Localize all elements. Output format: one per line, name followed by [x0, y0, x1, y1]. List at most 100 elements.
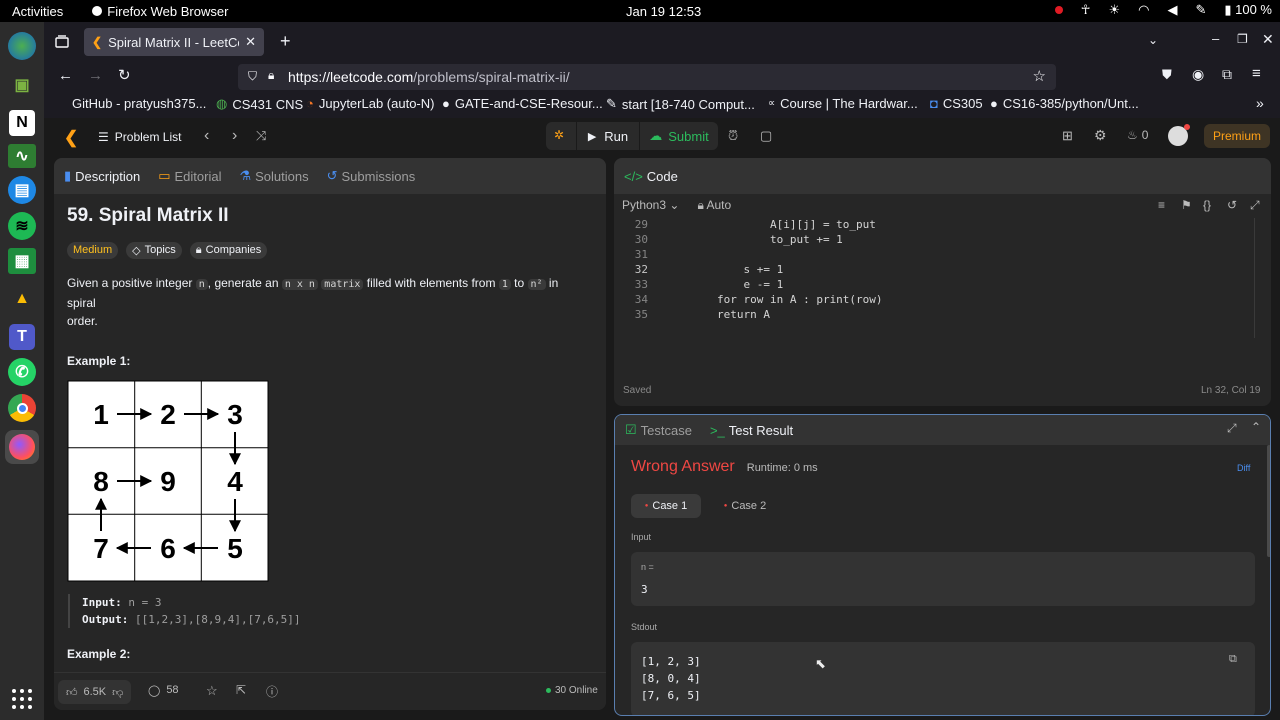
notes-icon[interactable]: ▢ [760, 128, 772, 144]
tab-testcase[interactable]: ☑ Testcase [625, 422, 692, 438]
bookmark-3[interactable]: ● GATE-and-CSE-Resour... [442, 96, 603, 111]
activities-button[interactable]: Activities [12, 4, 63, 19]
system-monitor-icon[interactable]: ∿ [8, 144, 36, 168]
restore-icon[interactable]: ❐ [1237, 32, 1248, 46]
run-button[interactable]: ▶ Run [577, 122, 639, 150]
favorite-star-icon[interactable]: ☆ [206, 683, 218, 699]
code-area[interactable]: 29 A[i][j] = to_put 30 to_put += 1 31 32… [614, 218, 1259, 378]
settings-gear-icon[interactable]: ⚙ [1094, 127, 1107, 144]
tab-submissions[interactable]: ↺ Submissions [327, 168, 416, 184]
google-drive-icon[interactable]: ▲ [5, 282, 39, 316]
tab-description[interactable]: ▮ Description [64, 168, 140, 184]
android-app-icon[interactable]: ▣ [5, 68, 39, 102]
bookmark-5[interactable]: ∝ Course | The Hardwar... [768, 96, 918, 111]
clock[interactable]: Jan 19 12:53 [626, 4, 701, 19]
thumbs-down-icon[interactable]: 👎︎ [112, 686, 123, 699]
case-2-tab[interactable]: ● Case 2 [715, 494, 775, 518]
diff-toggle[interactable]: Diff [1237, 463, 1250, 473]
editor-scrollbar[interactable] [1254, 218, 1260, 338]
back-icon[interactable]: ← [58, 67, 73, 84]
show-apps-icon[interactable] [11, 688, 33, 710]
comments-button[interactable]: ◯ 58 [148, 684, 179, 697]
shield-icon[interactable]: ⛉ [248, 69, 257, 84]
bookmark-6[interactable]: ◘ CS305 [930, 96, 983, 111]
share-icon[interactable]: ⇱ [236, 683, 246, 697]
reload-icon[interactable]: ↻ [118, 66, 131, 84]
prev-problem-icon[interactable]: ‹ [204, 127, 209, 145]
example-1-block: Input: n = 3 Output: [[1,2,3],[8,9,4],[7… [68, 594, 301, 628]
submit-label: Submit [668, 128, 709, 144]
alarm-icon[interactable]: ⏰︎ [728, 128, 738, 144]
result-scrollbar[interactable] [1267, 445, 1270, 557]
pocket-icon[interactable]: ⛊ [1162, 67, 1172, 83]
system-tray[interactable]: ☥ ☀ ◠ ◀ ✎ ▮ 100 % [1054, 2, 1272, 18]
chrome-icon[interactable] [8, 394, 36, 422]
new-tab-icon[interactable]: + [280, 31, 291, 52]
submit-button[interactable]: ☁ Submit [640, 122, 718, 150]
next-problem-icon[interactable]: › [232, 127, 237, 145]
chevron-down-icon[interactable]: ⌄ [1148, 33, 1158, 47]
whatsapp-icon[interactable]: ✆ [8, 358, 36, 386]
tab-solutions[interactable]: ⚗ Solutions [239, 168, 308, 184]
classroom-icon[interactable]: ▦ [8, 248, 36, 274]
debug-button[interactable]: ✲ [546, 122, 576, 150]
firefox-dock-icon[interactable] [5, 430, 39, 464]
bookmark-2[interactable]: ◔ JupyterLab (auto-N) [306, 96, 434, 111]
description-footer: 👍︎ 6.5K 👎︎ ◯ 58 ☆ ⇱ ⓘ 30 Online [54, 672, 606, 710]
course-icon: ∝ [768, 98, 776, 109]
forward-icon[interactable]: → [88, 67, 103, 84]
premium-button[interactable]: Premium [1204, 124, 1270, 148]
account-icon[interactable]: ◉ [1192, 66, 1204, 83]
mode-label: Auto [706, 198, 732, 212]
streak-counter[interactable]: ♨ 0 [1127, 128, 1148, 142]
maximize-icon[interactable]: ⤢ [1227, 421, 1237, 436]
copy-icon[interactable]: ⧉ [1229, 653, 1237, 666]
expand-icon[interactable]: ⤢ [1250, 198, 1260, 213]
language-select[interactable]: Python3 ⌄ [622, 198, 679, 213]
teams-icon[interactable]: T [9, 324, 35, 350]
matrix-cell: 5 [227, 533, 243, 564]
bookmark-star-icon[interactable]: ☆ [1033, 67, 1046, 85]
lock-icon[interactable]: 🔒︎ [268, 68, 274, 83]
tab-leetcode[interactable]: ❮ Spiral Matrix II - LeetCode ✕ [84, 28, 264, 56]
streak-value: 0 [1141, 128, 1149, 142]
record-icon [1054, 6, 1063, 14]
spotify-icon[interactable]: ≋ [8, 212, 36, 240]
problem-tags: Medium ◇ Topics 🔒︎ Companies [67, 242, 268, 259]
minimize-icon[interactable]: – [1212, 31, 1219, 46]
format-icon[interactable]: ≡ [1158, 198, 1165, 212]
shuffle-icon[interactable]: ⤨ [256, 128, 266, 144]
close-window-icon[interactable]: ✕ [1262, 31, 1274, 48]
companies-tag[interactable]: 🔒︎ Companies [189, 242, 268, 259]
leetcode-logo[interactable]: ❮ [64, 128, 78, 148]
case-1-tab[interactable]: ● Case 1 [631, 494, 701, 518]
thumbs-up-icon[interactable]: 👍︎ [66, 686, 78, 699]
app-menu[interactable]: Firefox Web Browser [91, 4, 228, 19]
problem-list-link[interactable]: ☰ Problem List [98, 130, 181, 144]
close-tab-icon[interactable]: ✕ [245, 34, 256, 50]
menu-icon[interactable]: ≡ [1252, 65, 1261, 82]
braces-icon[interactable]: {} [1203, 198, 1211, 212]
tab-overview-icon[interactable] [55, 35, 69, 49]
reset-icon[interactable]: ↺ [1227, 198, 1237, 212]
collapse-icon[interactable]: ⌃ [1251, 420, 1261, 434]
layout-icon[interactable]: ⊞ [1062, 128, 1073, 144]
address-bar[interactable]: ⛉ 🔒︎ https://leetcode.com/problems/spira… [238, 64, 1056, 90]
bookmark-icon[interactable]: ⚑ [1181, 198, 1192, 212]
code-tab[interactable]: </> Code [624, 169, 678, 184]
globe-app-icon[interactable] [8, 32, 36, 60]
reader-app-icon[interactable]: ▤ [8, 176, 36, 204]
topics-tag[interactable]: ◇ Topics [126, 242, 182, 259]
extensions-icon[interactable]: ⧉ [1222, 66, 1232, 83]
more-bookmarks-icon[interactable]: » [1256, 95, 1264, 111]
tab-editorial[interactable]: ▭ Editorial [158, 168, 221, 184]
bookmark-0[interactable]: GitHub - pratyush375... [72, 96, 206, 111]
help-icon[interactable]: ⓘ [266, 683, 278, 700]
notion-icon[interactable]: N [9, 110, 35, 136]
bookmark-1[interactable]: ◍ CS431 CNS [216, 96, 303, 112]
auto-mode[interactable]: 🔒︎ Auto [697, 198, 731, 213]
bookmark-4[interactable]: ✎ start [18-740 Comput... [606, 96, 755, 112]
wiki-icon: ✎ [606, 96, 617, 111]
bookmark-7[interactable]: ● CS16-385/python/Unt... [990, 96, 1139, 111]
tab-test-result[interactable]: >_ Test Result [710, 423, 793, 438]
